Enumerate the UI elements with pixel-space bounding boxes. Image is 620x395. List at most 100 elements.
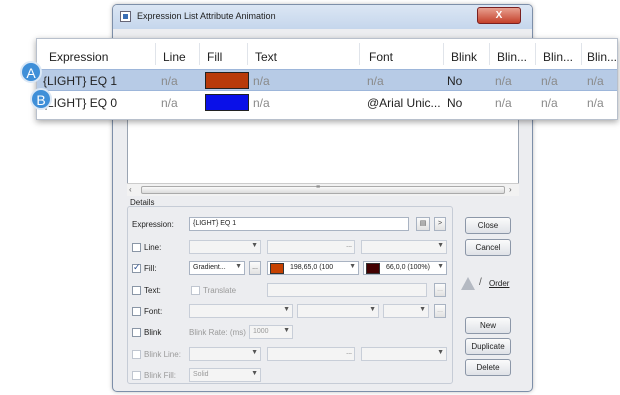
- blink-fill-cell: n/a: [541, 74, 558, 88]
- column-divider: [581, 43, 582, 65]
- expression-table-zoom: Expression Line Fill Text Font Blink Bli…: [36, 38, 618, 120]
- table-row-selected[interactable]: {LIGHT} EQ 1 n/a n/a n/a No n/a n/a n/a: [37, 69, 617, 91]
- title-bar[interactable]: Expression List Attribute Animation X: [113, 5, 532, 29]
- blink-line-style-select[interactable]: ▼: [189, 347, 261, 361]
- line-cell: n/a: [161, 74, 178, 88]
- duplicate-button[interactable]: Duplicate: [465, 338, 511, 355]
- text-value-input[interactable]: [267, 283, 427, 297]
- fill-color2-select[interactable]: 66,0,0 (100%) ▼: [363, 261, 447, 275]
- cancel-button[interactable]: Cancel: [465, 239, 511, 256]
- column-divider: [535, 43, 536, 65]
- chevron-down-icon: ▼: [419, 306, 426, 313]
- column-header-blink-text[interactable]: Blin...: [587, 50, 617, 64]
- blink-label: Blink: [144, 328, 162, 337]
- fill-checkbox[interactable]: [132, 262, 141, 273]
- blink-text-cell: n/a: [587, 96, 604, 110]
- expression-next-button[interactable]: >: [434, 217, 446, 231]
- blink-rate-select[interactable]: 1000 ▼: [249, 325, 293, 339]
- chevron-down-icon: ▼: [437, 263, 444, 270]
- column-divider: [489, 43, 490, 65]
- font-label: Font:: [144, 307, 163, 316]
- font-cell: n/a: [367, 74, 384, 88]
- expression-builder-icon[interactable]: ▤: [416, 217, 430, 231]
- line-label: Line:: [144, 243, 162, 252]
- chevron-down-icon: ▼: [437, 349, 444, 356]
- blink-line-color-select[interactable]: ...: [267, 347, 355, 361]
- new-button[interactable]: New: [465, 317, 511, 334]
- horizontal-scrollbar[interactable]: ‹ ≡ ›: [127, 183, 519, 196]
- line-color-select[interactable]: ...: [267, 240, 355, 254]
- text-cell: n/a: [253, 96, 270, 110]
- text-options-button[interactable]: ...: [434, 283, 446, 297]
- line-style-select[interactable]: ▼: [189, 240, 261, 254]
- ellipsis-icon: ...: [346, 242, 352, 249]
- chevron-down-icon: ▼: [283, 306, 290, 313]
- column-divider: [155, 43, 156, 65]
- chevron-down-icon: ▼: [235, 263, 242, 270]
- column-divider: [247, 43, 248, 65]
- blink-fill-cell: n/a: [541, 96, 558, 110]
- scroll-right-icon[interactable]: ›: [509, 185, 512, 194]
- window-title: Expression List Attribute Animation: [137, 11, 276, 21]
- scroll-left-icon[interactable]: ‹: [129, 185, 132, 194]
- order-slash: /: [479, 277, 482, 288]
- line-width-select[interactable]: ▼: [361, 240, 447, 254]
- fill-swatch: [205, 72, 249, 89]
- expression-cell: {LIGHT} EQ 1: [43, 74, 118, 88]
- font-name-select[interactable]: ▼: [189, 304, 293, 318]
- font-options-button[interactable]: ...: [434, 304, 446, 318]
- column-header-blink[interactable]: Blink: [451, 50, 477, 64]
- blink-line-width-select[interactable]: ▼: [361, 347, 447, 361]
- close-button[interactable]: Close: [465, 217, 511, 234]
- font-style-select[interactable]: ▼: [297, 304, 379, 318]
- grip-icon: ≡: [316, 184, 321, 191]
- blink-text-cell: n/a: [587, 74, 604, 88]
- column-header-text[interactable]: Text: [255, 50, 277, 64]
- window-close-button[interactable]: X: [477, 7, 521, 24]
- column-header-blink-line[interactable]: Blin...: [497, 50, 527, 64]
- expression-input[interactable]: {LIGHT} EQ 1: [189, 217, 409, 231]
- callout-badge-b: B: [30, 88, 52, 110]
- blink-checkbox[interactable]: [132, 328, 141, 337]
- column-header-blink-fill[interactable]: Blin...: [543, 50, 573, 64]
- chevron-down-icon: ▼: [283, 327, 290, 334]
- line-checkbox[interactable]: [132, 243, 141, 252]
- font-cell: @Arial Unic...: [367, 96, 441, 110]
- fill-options-button[interactable]: ...: [249, 261, 261, 275]
- fill-color2-swatch: [366, 263, 380, 274]
- column-header-fill[interactable]: Fill: [207, 50, 222, 64]
- text-checkbox[interactable]: [132, 286, 141, 295]
- blink-fill-label: Blink Fill:: [144, 371, 177, 380]
- text-label: Text:: [144, 286, 161, 295]
- scroll-thumb[interactable]: ≡: [141, 184, 505, 194]
- column-header-font[interactable]: Font: [369, 50, 393, 64]
- fill-color1-value: 198,65,0 (100: [290, 264, 334, 271]
- chevron-down-icon: ▼: [251, 370, 258, 377]
- font-size-select[interactable]: ▼: [383, 304, 429, 318]
- chevron-down-icon: ▼: [251, 349, 258, 356]
- blink-line-checkbox[interactable]: [132, 350, 141, 359]
- column-divider: [199, 43, 200, 65]
- fill-type-select[interactable]: Gradient... ▼: [189, 261, 245, 275]
- text-cell: n/a: [253, 74, 270, 88]
- column-header-line[interactable]: Line: [163, 50, 186, 64]
- fill-color1-select[interactable]: 198,65,0 (100 ▼: [267, 261, 359, 275]
- ellipsis-icon: ...: [346, 349, 352, 356]
- order-button[interactable]: Order: [489, 279, 509, 288]
- font-checkbox[interactable]: [132, 307, 141, 316]
- move-up-icon[interactable]: [461, 277, 475, 290]
- chevron-down-icon: ▼: [349, 263, 356, 270]
- fill-type-value: Gradient...: [193, 264, 226, 271]
- blink-fill-checkbox[interactable]: [132, 371, 141, 380]
- delete-button[interactable]: Delete: [465, 359, 511, 376]
- callout-badge-a: A: [20, 61, 42, 83]
- blink-line-cell: n/a: [495, 74, 512, 88]
- column-divider: [443, 43, 444, 65]
- blink-cell: No: [447, 96, 463, 110]
- column-header-expression[interactable]: Expression: [49, 50, 108, 64]
- column-divider: [359, 43, 360, 65]
- expression-label: Expression:: [132, 220, 174, 229]
- blink-fill-type-select[interactable]: Solid ▼: [189, 368, 261, 382]
- translate-checkbox[interactable]: [191, 286, 200, 295]
- table-row[interactable]: {LIGHT} EQ 0 n/a n/a @Arial Unic... No n…: [37, 92, 617, 114]
